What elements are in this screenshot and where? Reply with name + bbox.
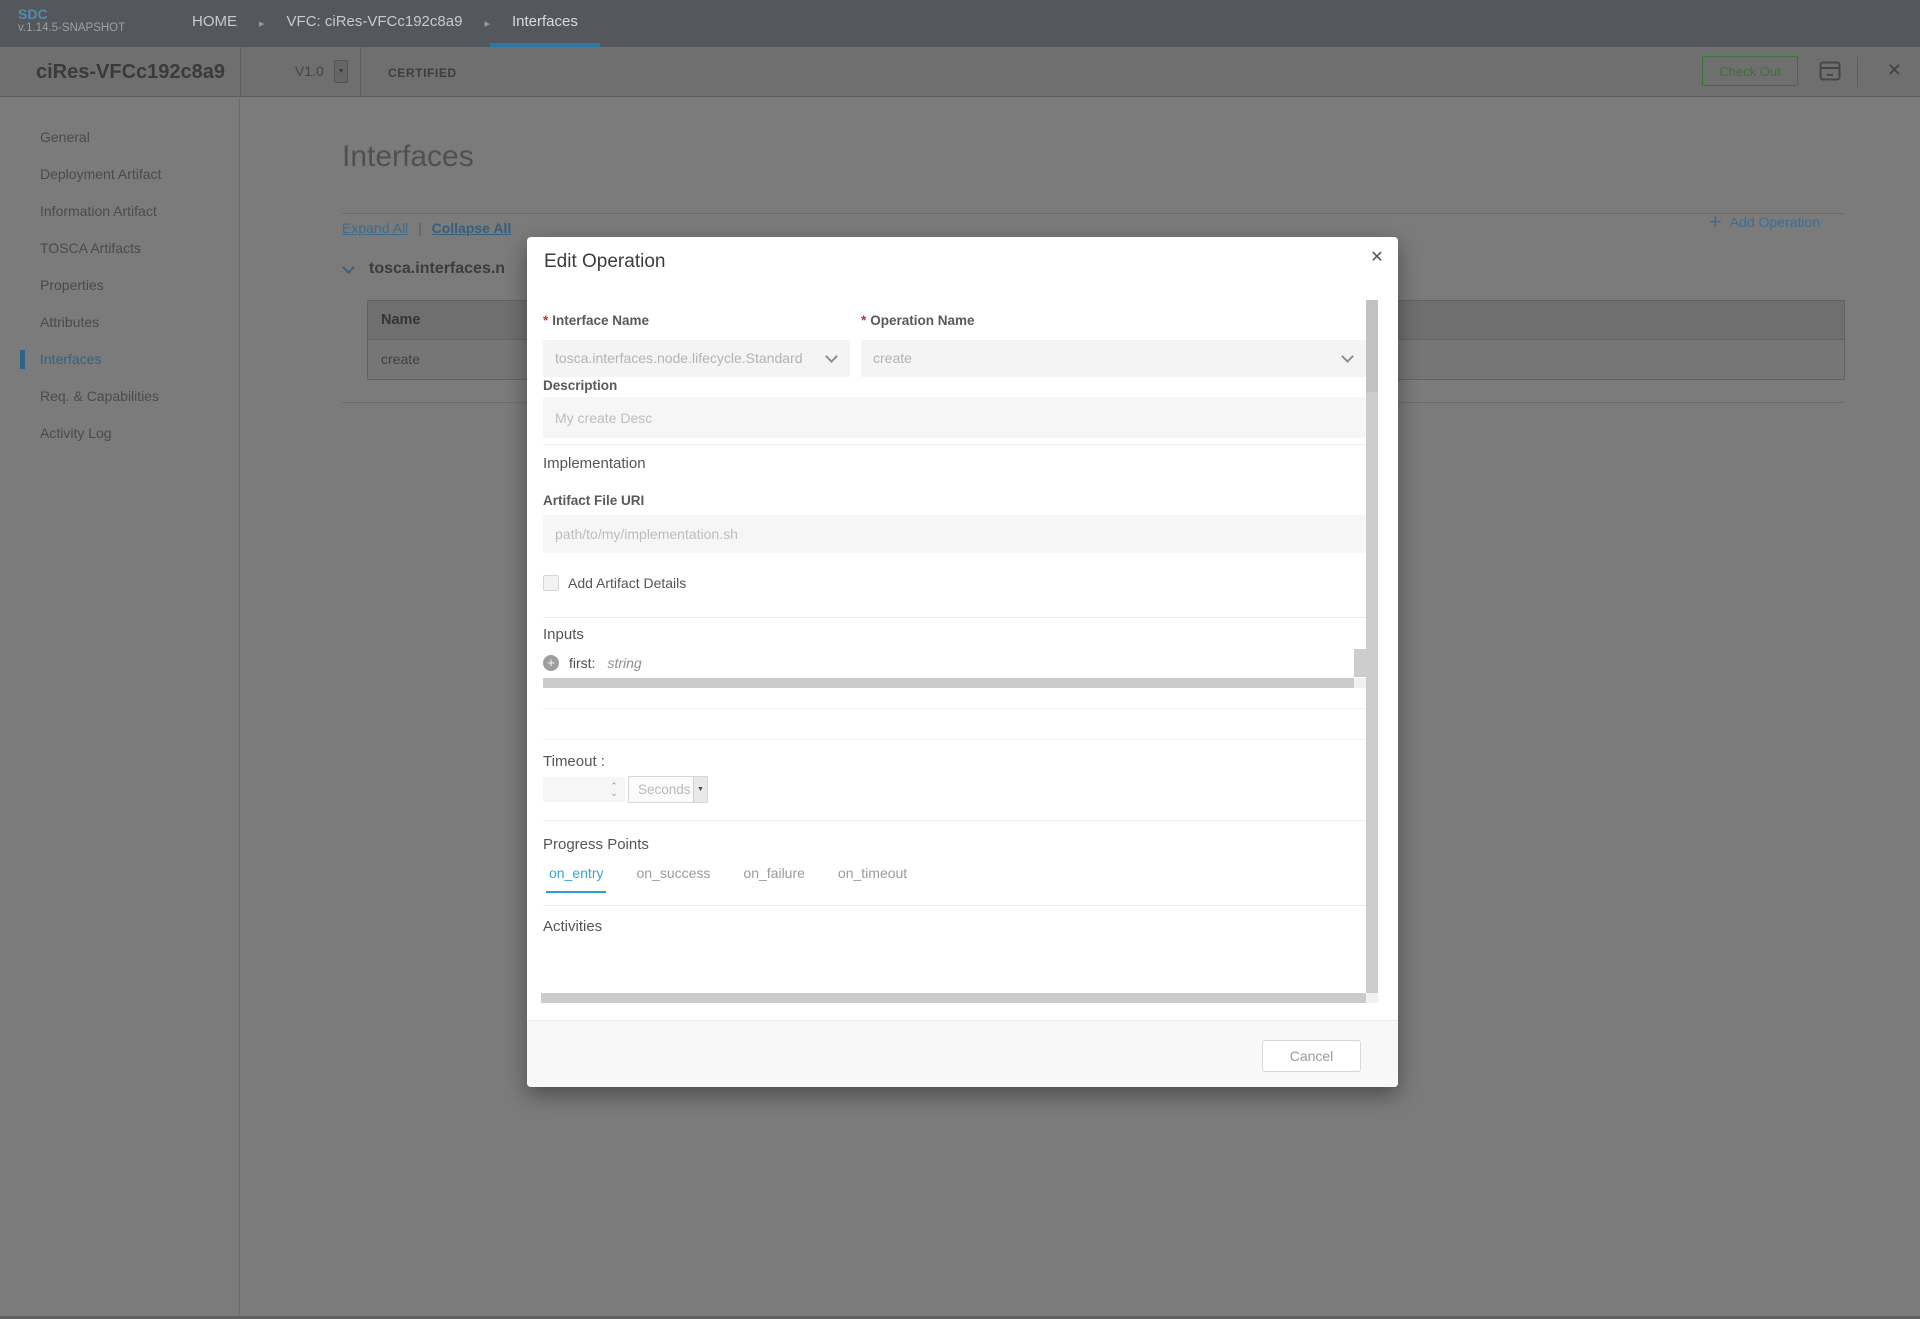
breadcrumb-home[interactable]: HOME [170, 0, 259, 47]
artifact-file-uri-input[interactable] [543, 515, 1366, 553]
divider [543, 617, 1366, 618]
breadcrumb-vfc[interactable]: VFC: ciRes-VFCc192c8a9 [265, 0, 485, 47]
top-nav: SDC v.1.14.5-SNAPSHOT HOME ▸ VFC: ciRes-… [0, 0, 1920, 47]
plus-circle-icon[interactable]: + [543, 655, 559, 671]
modal-footer: Cancel [527, 1020, 1398, 1087]
modal-close-icon[interactable]: ✕ [1366, 247, 1388, 269]
spinner-down-icon[interactable]: ⌄ [610, 790, 618, 797]
print-icon[interactable] [1818, 60, 1842, 87]
page-title: Interfaces [342, 140, 474, 174]
edit-operation-modal: Edit Operation ✕ *Interface Name *Operat… [527, 237, 1398, 1087]
interface-name-value: tosca.interfaces.node.lifecycle.Standard [555, 350, 802, 366]
interface-name-select[interactable]: tosca.interfaces.node.lifecycle.Standard [543, 340, 850, 377]
input-row-first: + first: string [543, 649, 642, 677]
timeout-label: Timeout : [543, 753, 605, 770]
timeout-unit-value: Seconds [638, 782, 691, 797]
divider [543, 820, 1366, 821]
expand-collapse-controls: Expand All | Collapse All [342, 220, 511, 236]
operation-name-value: create [873, 350, 912, 366]
divider [543, 708, 1366, 709]
sidebar-item-interfaces[interactable]: Interfaces [0, 341, 239, 378]
add-operation-button[interactable]: + Add Operation [1709, 212, 1820, 232]
sidebar-item-information-artifact[interactable]: Information Artifact [0, 193, 239, 230]
divider [543, 739, 1366, 740]
checkbox-icon[interactable] [543, 575, 559, 591]
number-spinner[interactable]: ⌃ ⌄ [605, 777, 623, 802]
artifact-file-uri-label: Artifact File URI [543, 493, 644, 508]
description-label: Description [543, 378, 617, 393]
sidebar: General Deployment Artifact Information … [0, 98, 240, 1319]
required-asterisk: * [861, 313, 866, 328]
divider [240, 47, 241, 97]
divider [1857, 57, 1858, 87]
progress-points-tabs: on_entry on_success on_failure on_timeou… [546, 865, 937, 893]
check-out-button[interactable]: Check Out [1702, 56, 1798, 86]
divider [543, 905, 1366, 906]
divider [360, 47, 361, 97]
tab-on-failure[interactable]: on_failure [740, 865, 808, 893]
inputs-section-label: Inputs [543, 626, 584, 643]
collapse-all-link[interactable]: Collapse All [432, 220, 512, 236]
input-name: first: [569, 655, 595, 671]
sidebar-item-tosca-artifacts[interactable]: TOSCA Artifacts [0, 230, 239, 267]
sidebar-item-deployment-artifact[interactable]: Deployment Artifact [0, 156, 239, 193]
modal-title: Edit Operation [544, 251, 665, 273]
operation-name-select[interactable]: create [861, 340, 1366, 377]
timeout-unit-select[interactable]: Seconds ▼ [628, 776, 708, 803]
input-type: string [607, 655, 641, 671]
close-icon[interactable]: ✕ [1887, 60, 1902, 81]
chevron-down-icon[interactable] [342, 261, 355, 274]
divider [543, 444, 1366, 445]
sidebar-item-general[interactable]: General [0, 119, 239, 156]
progress-points-label: Progress Points [543, 836, 649, 853]
sdc-logo-text: SDC [18, 6, 125, 22]
dropdown-arrow-icon: ▼ [693, 777, 707, 802]
add-artifact-details-label: Add Artifact Details [568, 575, 686, 591]
link-separator: | [418, 220, 422, 236]
sidebar-item-activity-log[interactable]: Activity Log [0, 415, 239, 452]
description-input[interactable] [543, 397, 1366, 438]
add-icon: + [1709, 212, 1722, 232]
tab-on-entry[interactable]: on_entry [546, 865, 606, 893]
operation-name-label: *Operation Name [861, 313, 975, 328]
scrollbar-corner [1354, 678, 1366, 688]
breadcrumb: HOME ▸ VFC: ciRes-VFCc192c8a9 ▸ Interfac… [170, 0, 600, 47]
divider [342, 213, 1845, 214]
sidebar-item-properties[interactable]: Properties [0, 267, 239, 304]
breadcrumb-interfaces[interactable]: Interfaces [490, 0, 600, 47]
tab-on-timeout[interactable]: on_timeout [835, 865, 910, 893]
status-badge: CERTIFIED [388, 66, 457, 80]
scrollbar-corner [1366, 993, 1378, 1003]
cancel-button[interactable]: Cancel [1262, 1040, 1361, 1072]
modal-horizontal-scrollbar[interactable] [541, 993, 1366, 1003]
sidebar-item-attributes[interactable]: Attributes [0, 304, 239, 341]
interface-name-label: *Interface Name [543, 313, 649, 328]
inputs-vertical-scrollbar[interactable] [1354, 649, 1366, 677]
version-label: V1.0 [295, 63, 324, 79]
interface-group-header: tosca.interfaces.n [344, 260, 505, 278]
inputs-horizontal-scrollbar[interactable] [543, 678, 1354, 688]
version-dropdown-arrow-icon[interactable]: ▼ [334, 60, 348, 83]
required-asterisk: * [543, 313, 548, 328]
implementation-section-label: Implementation [543, 455, 646, 472]
tab-on-success[interactable]: on_success [633, 865, 713, 893]
chevron-down-icon [825, 350, 838, 363]
component-header: ciRes-VFCc192c8a9 V1.0 ▼ CERTIFIED Check… [0, 47, 1920, 97]
component-title: ciRes-VFCc192c8a9 [36, 61, 225, 84]
activities-section-label: Activities [543, 918, 602, 935]
sdc-version-text: v.1.14.5-SNAPSHOT [18, 22, 125, 35]
sdc-logo[interactable]: SDC v.1.14.5-SNAPSHOT [18, 6, 125, 35]
sidebar-item-req-capabilities[interactable]: Req. & Capabilities [0, 378, 239, 415]
scrollbar-thumb[interactable] [1366, 300, 1378, 392]
chevron-down-icon [1341, 350, 1354, 363]
add-operation-label: Add Operation [1730, 214, 1820, 230]
modal-vertical-scrollbar[interactable] [1366, 300, 1378, 993]
add-artifact-details-checkbox-row[interactable]: Add Artifact Details [543, 575, 686, 591]
expand-all-link[interactable]: Expand All [342, 220, 408, 236]
interface-group-title: tosca.interfaces.n [369, 260, 505, 278]
